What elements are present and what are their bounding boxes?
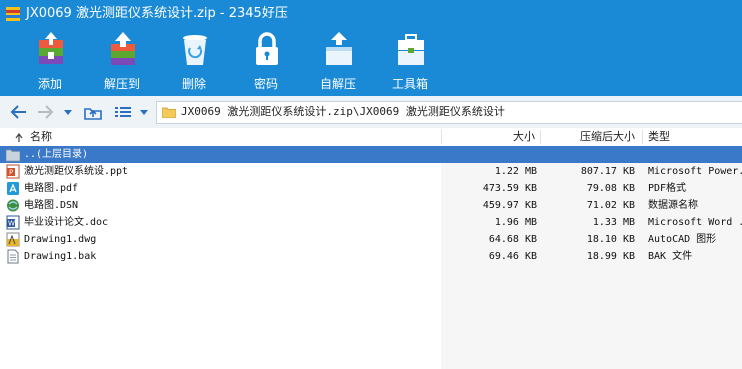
column-compressed-size[interactable]: 压缩后大小 — [541, 128, 635, 146]
column-type[interactable]: 类型 — [648, 128, 670, 146]
view-list-icon[interactable] — [112, 102, 134, 122]
address-bar[interactable]: JX0069 激光测距仪系统设计.zip\JX0069 激光测距仪系统设计 — [156, 101, 742, 124]
table-row[interactable]: Drawing1.bak 69.46 KB 18.99 KB BAK 文件 — [0, 248, 742, 265]
history-dropdown-icon[interactable] — [62, 102, 74, 122]
file-size: 64.68 KB — [488, 234, 537, 245]
extract-to-label: 解压到 — [103, 77, 140, 91]
table-row[interactable]: 电路图.pdf 473.59 KB 79.08 KB PDF格式 — [0, 180, 742, 197]
file-list: ..(上层目录) P 激光测距仪系统设.ppt 1.22 MB 807.17 K… — [0, 146, 742, 369]
back-arrow-icon[interactable] — [8, 102, 30, 122]
file-type: AutoCAD 图形 — [648, 234, 717, 245]
toolbox-icon — [398, 34, 424, 65]
column-header: 名称 大小 压缩后大小 类型 — [0, 128, 742, 147]
toolbox-label: 工具箱 — [391, 77, 428, 91]
add-archive-icon — [39, 32, 63, 64]
column-name[interactable]: 名称 — [30, 128, 52, 146]
dsn-file-icon — [7, 199, 19, 212]
extract-to-icon — [111, 32, 135, 65]
folder-icon — [162, 107, 176, 118]
trash-icon — [183, 35, 207, 65]
file-name: 电路图.pdf — [24, 183, 79, 194]
file-name: 电路图.DSN — [24, 200, 79, 211]
add-button[interactable]: 添加 — [20, 30, 80, 94]
file-compressed-size: 807.17 KB — [580, 166, 635, 177]
file-size: 69.46 KB — [488, 251, 537, 262]
lock-icon — [256, 32, 278, 65]
file-compressed-size: 18.10 KB — [586, 234, 635, 245]
sort-arrow-icon — [15, 133, 23, 142]
table-row[interactable]: 电路图.DSN 459.97 KB 71.02 KB 数据源名称 — [0, 197, 742, 214]
parent-directory-row[interactable]: ..(上层目录) — [0, 146, 742, 163]
password-label: 密码 — [253, 77, 278, 91]
file-type: 数据源名称 — [648, 200, 698, 211]
main-toolbar: 添加 解压到 删除 密码 自解压 工具箱 — [0, 28, 742, 96]
file-name: 激光测距仪系统设.ppt — [24, 166, 129, 177]
self-extract-label: 自解压 — [319, 77, 356, 91]
up-folder-icon[interactable] — [82, 102, 104, 122]
delete-button[interactable]: 删除 — [164, 30, 224, 94]
file-type: Microsoft Word ... — [648, 217, 742, 228]
file-name: Drawing1.bak — [24, 251, 97, 262]
delete-label: 删除 — [181, 77, 206, 91]
table-row[interactable]: P 激光测距仪系统设.ppt 1.22 MB 807.17 KB Microso… — [0, 163, 742, 180]
parent-folder-icon — [6, 149, 20, 162]
word-file-icon: W — [6, 215, 20, 230]
add-button-label: 添加 — [37, 77, 62, 91]
file-type: Microsoft Power... — [648, 166, 742, 177]
file-compressed-size: 1.33 MB — [592, 217, 635, 228]
app-logo-icon — [6, 7, 20, 21]
extract-to-button[interactable]: 解压到 — [92, 30, 152, 94]
file-type: PDF格式 — [648, 183, 687, 194]
forward-arrow-icon[interactable] — [34, 102, 56, 122]
navigation-bar: JX0069 激光测距仪系统设计.zip\JX0069 激光测距仪系统设计 — [0, 96, 742, 129]
column-size[interactable]: 大小 — [441, 128, 535, 146]
view-dropdown-icon[interactable] — [138, 102, 150, 122]
window-title: JX0069 激光测距仪系统设计.zip - 2345好压 — [26, 6, 288, 21]
file-size: 1.96 MB — [494, 217, 537, 228]
ppt-file-icon: P — [6, 164, 20, 179]
pdf-file-icon — [7, 182, 19, 195]
file-size: 473.59 KB — [482, 183, 537, 194]
title-bar: JX0069 激光测距仪系统设计.zip - 2345好压 — [0, 0, 742, 28]
self-extract-icon — [326, 32, 352, 65]
svg-text:W: W — [8, 220, 15, 228]
file-compressed-size: 18.99 KB — [586, 251, 635, 262]
file-size: 459.97 KB — [482, 200, 537, 211]
file-compressed-size: 79.08 KB — [586, 183, 635, 194]
svg-text:P: P — [9, 169, 13, 177]
file-compressed-size: 71.02 KB — [586, 200, 635, 211]
toolbox-button[interactable]: 工具箱 — [380, 30, 440, 94]
dwg-file-icon — [6, 232, 20, 247]
file-size: 1.22 MB — [494, 166, 537, 177]
file-type: BAK 文件 — [648, 251, 693, 262]
bak-file-icon — [7, 249, 19, 264]
file-name: Drawing1.dwg — [24, 234, 97, 245]
table-row[interactable]: Drawing1.dwg 64.68 KB 18.10 KB AutoCAD 图… — [0, 231, 742, 248]
password-button[interactable]: 密码 — [236, 30, 296, 94]
column-separator[interactable] — [642, 130, 643, 144]
parent-directory-label: ..(上层目录) — [24, 149, 89, 160]
table-row[interactable]: W 毕业设计论文.doc 1.96 MB 1.33 MB Microsoft W… — [0, 214, 742, 231]
file-name: 毕业设计论文.doc — [24, 217, 109, 228]
address-path: JX0069 激光测距仪系统设计.zip\JX0069 激光测距仪系统设计 — [181, 105, 505, 118]
self-extract-button[interactable]: 自解压 — [308, 30, 368, 94]
